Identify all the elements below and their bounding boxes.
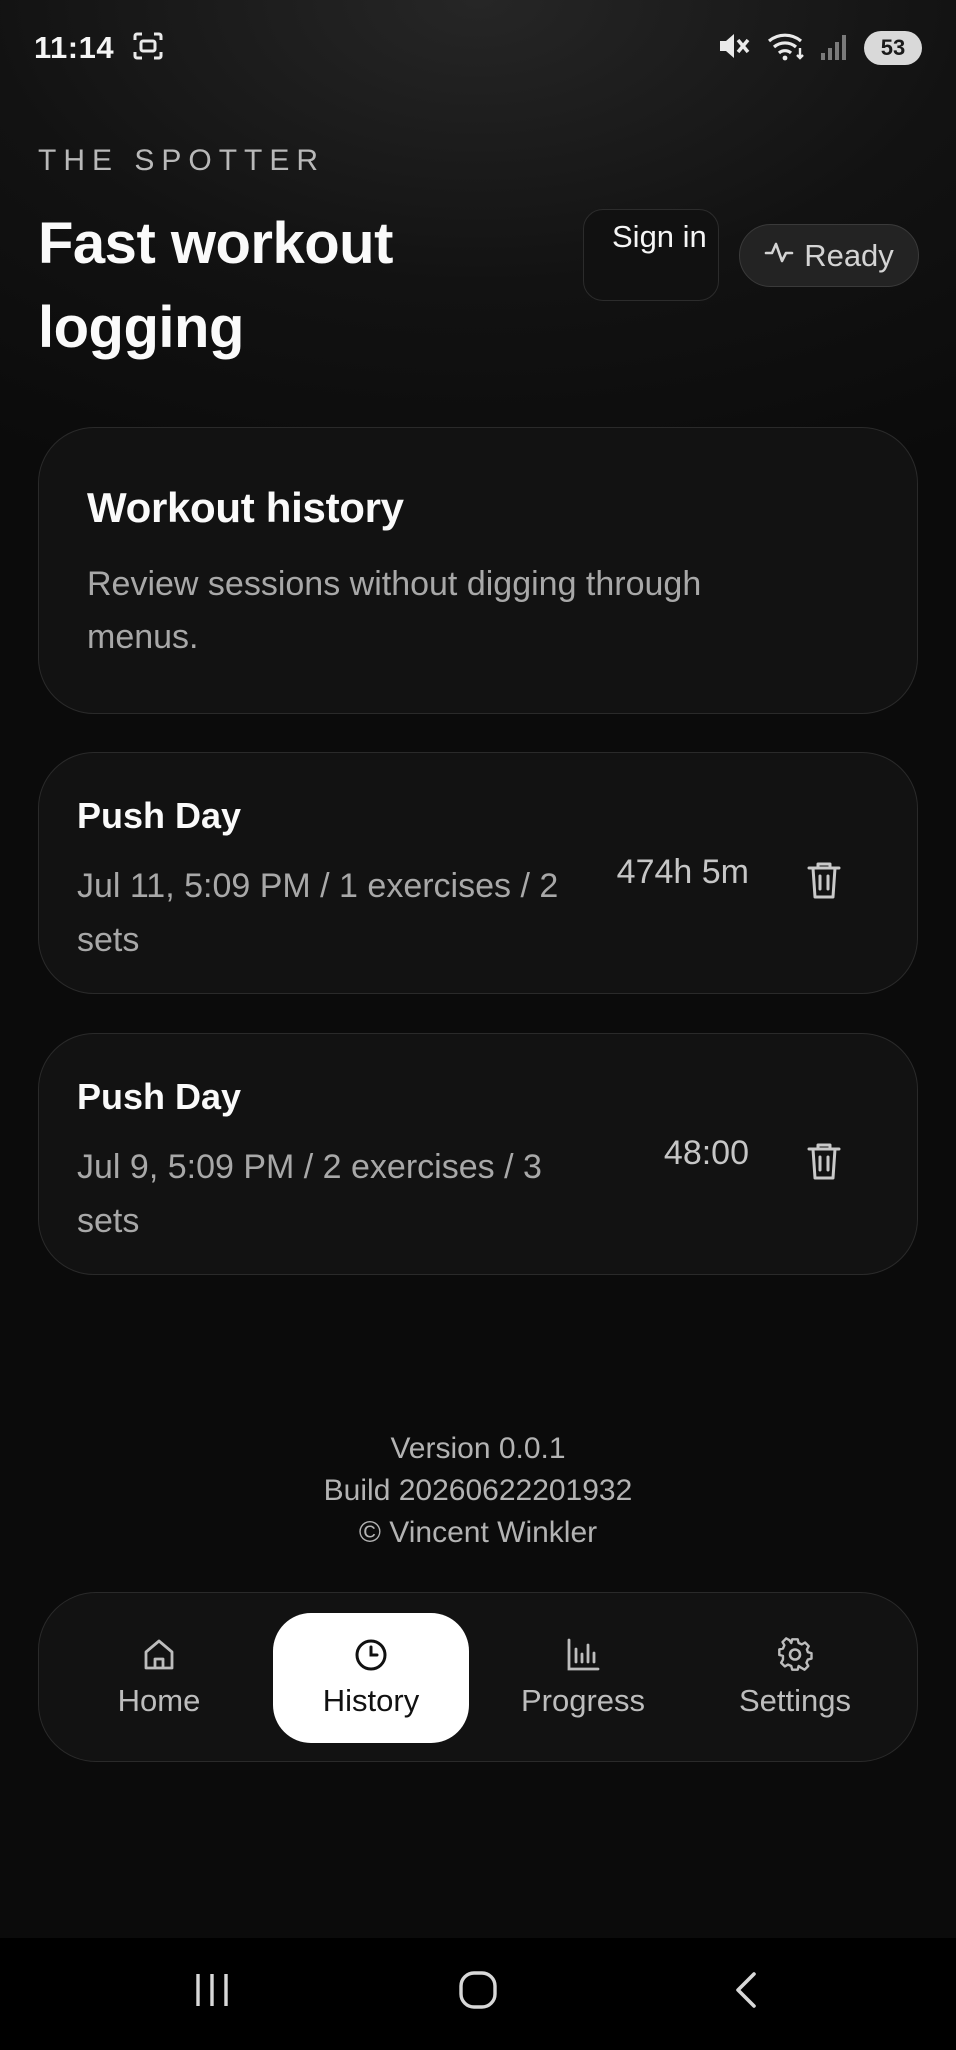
activity-icon [764, 237, 794, 275]
trash-icon [807, 1143, 841, 1180]
signal-icon [820, 31, 850, 66]
page-title: Fast workout logging [38, 211, 393, 360]
home-icon [144, 1639, 174, 1670]
battery-indicator: 53 [864, 31, 922, 65]
section-title: Workout history [87, 484, 404, 531]
nav-item-progress[interactable]: Progress [485, 1613, 681, 1743]
status-time: 11:14 [34, 30, 115, 65]
nav-item-history[interactable]: History [273, 1613, 469, 1743]
system-nav-bar [0, 1938, 956, 2050]
app-brand: THE SPOTTER [38, 144, 326, 177]
sign-in-label: Sign in [612, 219, 707, 254]
version-text: Version 0.0.1 [390, 1432, 566, 1465]
home-system-button[interactable] [458, 1970, 498, 2015]
recents-button[interactable] [192, 1970, 232, 2015]
back-chevron-icon [736, 1972, 756, 2008]
recents-icon [196, 1974, 228, 2006]
copyright-text: © Vincent Winkler [358, 1516, 598, 1549]
session-meta: Jul 9, 5:09 PM / 2 exercises / 3 sets [77, 1148, 542, 1240]
nav-item-settings[interactable]: Settings [697, 1613, 893, 1743]
mute-icon [718, 31, 752, 66]
nav-label: Settings [738, 1683, 851, 1718]
session-duration: 48:00 [663, 1134, 749, 1172]
session-card[interactable]: Push Day Jul 11, 5:09 PM / 1 exercises /… [38, 752, 918, 994]
bar-chart-icon [567, 1638, 600, 1671]
session-meta: Jul 11, 5:09 PM / 1 exercises / 2 sets [77, 867, 559, 959]
back-button[interactable] [728, 1970, 768, 2015]
status-label: Ready [804, 237, 894, 273]
section-description: Review sessions without digging through … [87, 565, 702, 656]
nav-item-home[interactable]: Home [61, 1613, 257, 1743]
wifi-icon [766, 30, 806, 67]
sign-in-button[interactable]: Sign in [583, 209, 719, 301]
clock-icon [355, 1639, 387, 1671]
home-circle-icon [459, 1971, 497, 2009]
session-title: Push Day [77, 795, 242, 836]
delete-session-button[interactable] [805, 859, 843, 901]
session-card[interactable]: Push Day Jul 9, 5:09 PM / 2 exercises / … [38, 1033, 918, 1275]
nav-label: Home [117, 1683, 201, 1718]
delete-session-button[interactable] [805, 1140, 843, 1182]
app-screen: 11:14 53 THE SPOTTER Fast workout loggin… [0, 0, 956, 2050]
history-intro-card: Workout history Review sessions without … [38, 427, 918, 714]
status-bar: 11:14 53 [0, 0, 956, 96]
build-text: Build 20260622201932 [323, 1474, 633, 1507]
status-badge: Ready [739, 224, 919, 287]
trash-icon [807, 862, 841, 899]
nav-label: Progress [520, 1683, 646, 1718]
app-footer: Version 0.0.1 Build 20260622201932 © Vin… [0, 1428, 956, 1554]
session-duration: 474h 5m [616, 853, 749, 891]
screenshot-icon [132, 31, 164, 66]
gear-icon [778, 1637, 813, 1671]
bottom-nav: Home History Progress Settings [38, 1592, 918, 1762]
session-title: Push Day [77, 1076, 242, 1117]
nav-label: History [322, 1683, 420, 1718]
